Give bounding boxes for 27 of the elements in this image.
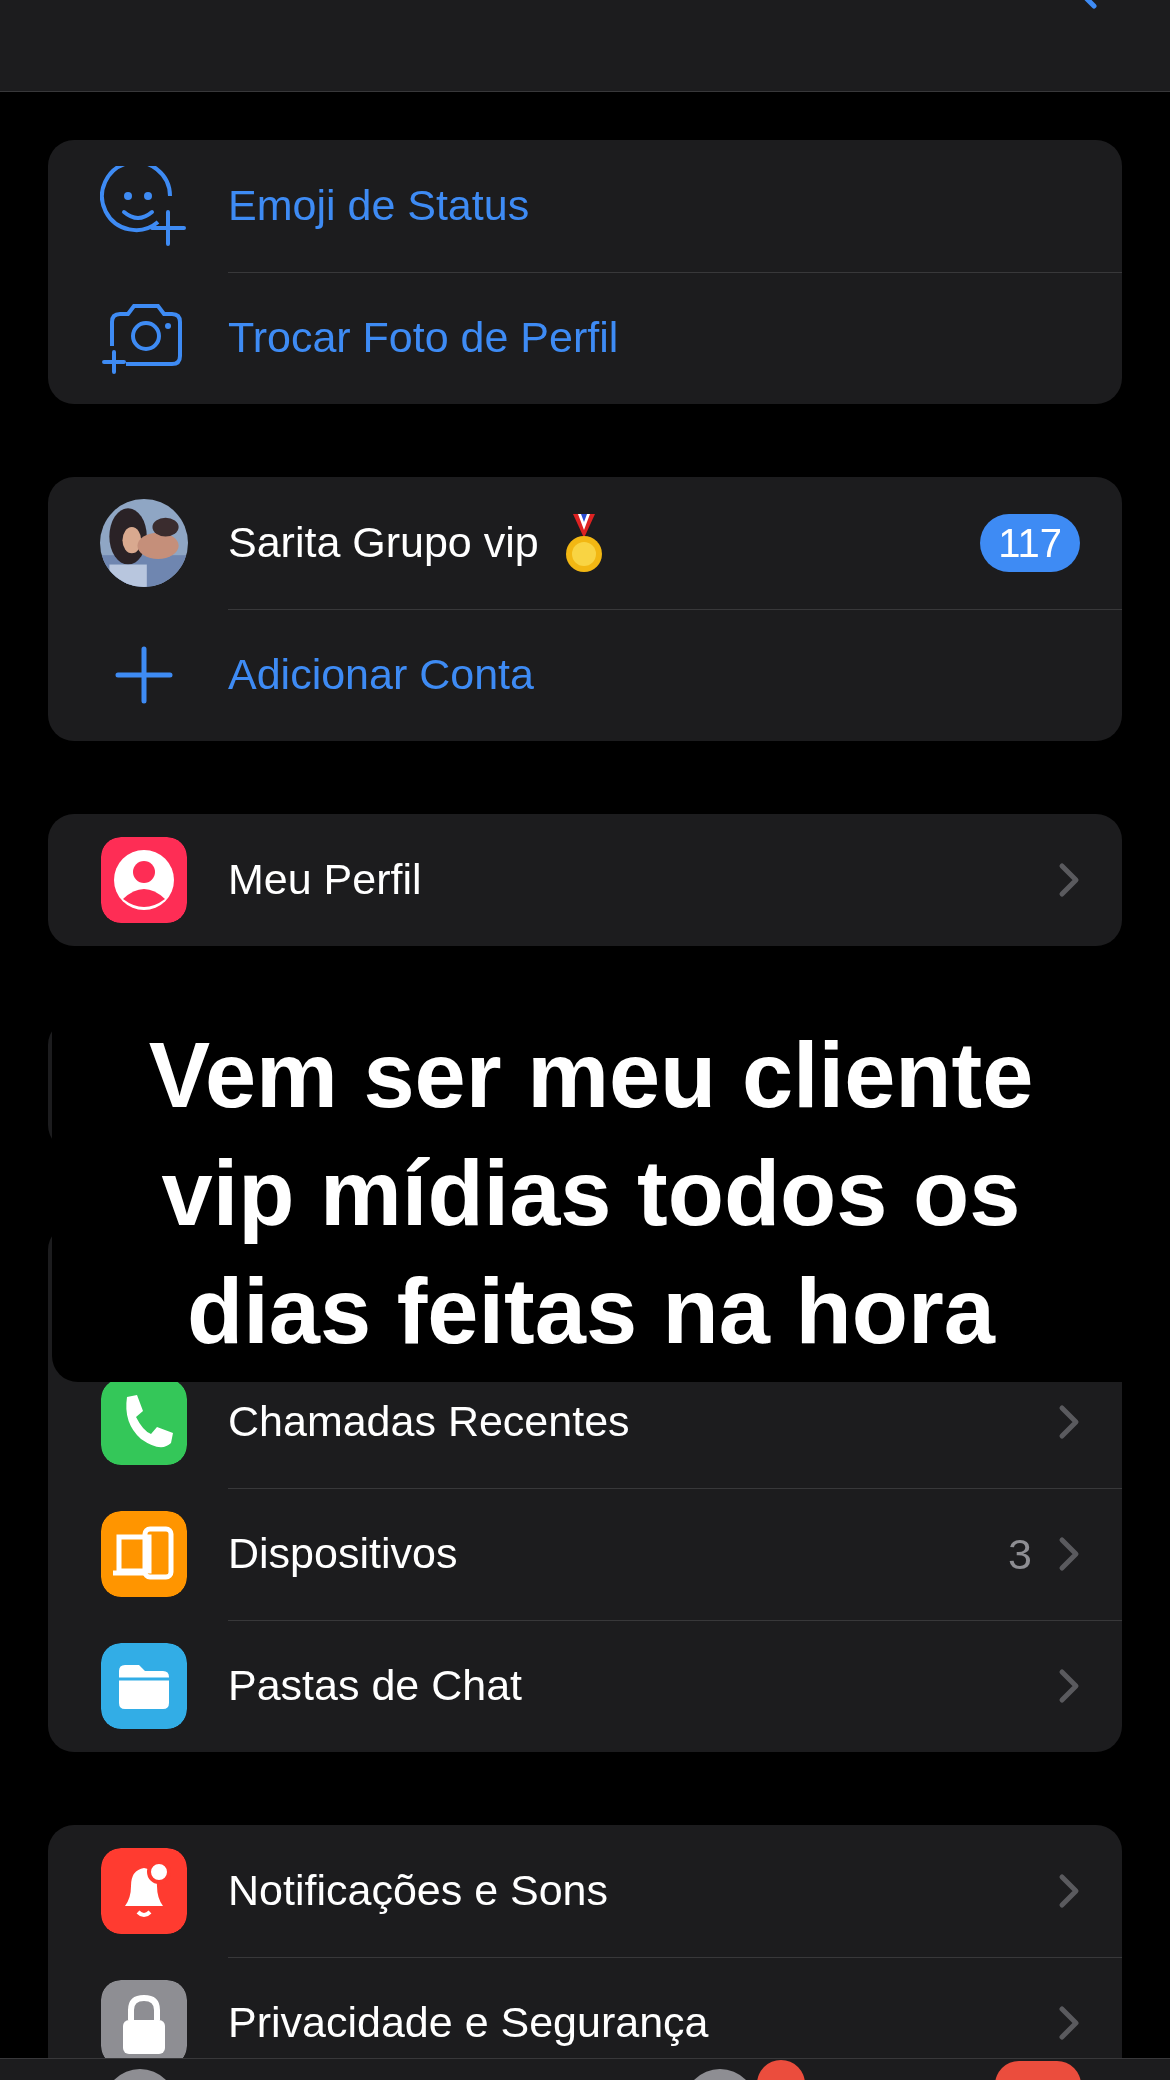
chevron-right-icon xyxy=(1058,1873,1080,1909)
item-count: 3 xyxy=(1008,1528,1032,1580)
plus-icon xyxy=(114,645,174,705)
menu-item[interactable]: Notificações e Sons xyxy=(228,1866,609,1916)
menu-item[interactable]: Privacidade e Segurança xyxy=(228,1998,709,2048)
phone-icon xyxy=(101,1379,187,1465)
unread-count-badge: 117 xyxy=(980,514,1080,572)
chevron-right-icon xyxy=(1058,1536,1080,1572)
menu-item[interactable]: Dispositivos xyxy=(228,1529,458,1579)
menu-item[interactable]: Meu Perfil xyxy=(228,855,422,905)
devices-icon xyxy=(101,1511,187,1597)
chevron-right-icon xyxy=(1058,862,1080,898)
menu-item[interactable]: Chamadas Recentes xyxy=(228,1397,630,1447)
menu-item[interactable]: Trocar Foto de Perfil xyxy=(228,313,619,363)
caption-text: Vem ser meu cliente vip mídias todos os dias feitas na hora xyxy=(147,1023,1035,1364)
chevron-right-icon xyxy=(1058,1668,1080,1704)
chevron-right-icon xyxy=(1058,1404,1080,1440)
emoji-add-icon xyxy=(100,166,188,246)
menu-item[interactable]: Emoji de Status xyxy=(228,181,530,231)
menu-item[interactable]: Adicionar Conta xyxy=(228,650,534,700)
bell-icon xyxy=(101,1848,187,1934)
folder-icon xyxy=(101,1643,187,1729)
chevron-right-icon xyxy=(1058,2005,1080,2041)
profile-icon xyxy=(101,837,187,923)
notification-badge xyxy=(756,2059,806,2080)
menu-item[interactable]: Sarita Grupo vip xyxy=(228,518,539,568)
menu-item[interactable]: Pastas de Chat xyxy=(228,1661,522,1711)
